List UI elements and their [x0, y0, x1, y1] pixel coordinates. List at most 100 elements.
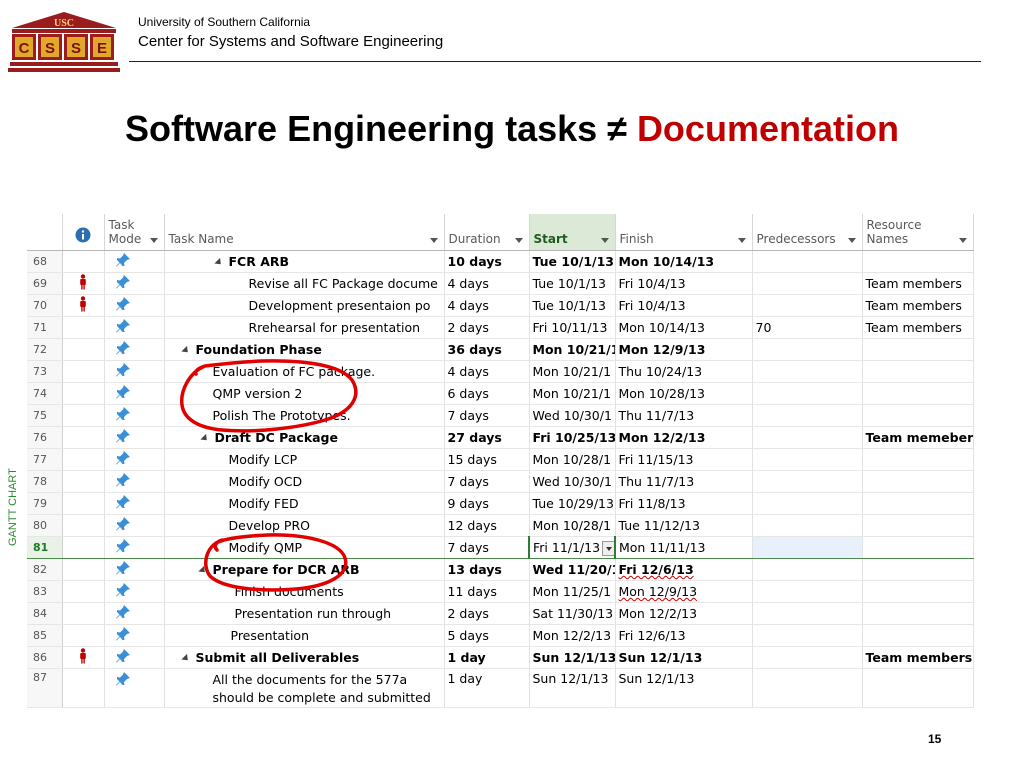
- table-row[interactable]: 70 Development presentaion po 4 days Tue 10…: [27, 294, 974, 317]
- table-row[interactable]: 69 Revise all FC Package docume 4 days Tue …: [27, 272, 974, 295]
- predecessors-cell[interactable]: [752, 338, 863, 361]
- finish-cell[interactable]: Tue 11/12/13: [615, 514, 753, 537]
- table-row[interactable]: 82 Prepare for DCR ARB 13 days Wed 11/20/1 F…: [27, 558, 974, 581]
- predecessors-cell[interactable]: [752, 294, 863, 317]
- duration-cell[interactable]: 7 days: [444, 404, 530, 427]
- collapse-triangle-icon[interactable]: [180, 653, 191, 664]
- duration-cell[interactable]: 15 days: [444, 448, 530, 471]
- resource-names-cell[interactable]: Team members: [862, 316, 974, 339]
- predecessors-cell[interactable]: [752, 602, 863, 625]
- start-cell[interactable]: Wed 10/30/1: [529, 404, 616, 427]
- start-cell[interactable]: Fri 10/11/13: [529, 316, 616, 339]
- chevron-down-icon[interactable]: [429, 238, 438, 243]
- duration-cell[interactable]: 7 days: [444, 536, 530, 559]
- chevron-down-icon[interactable]: [514, 238, 523, 243]
- resource-names-cell[interactable]: [862, 338, 974, 361]
- finish-cell[interactable]: Fri 12/6/13: [615, 624, 753, 647]
- predecessors-cell[interactable]: [752, 558, 863, 581]
- start-cell[interactable]: Mon 10/21/1: [529, 338, 616, 361]
- chevron-down-icon[interactable]: [958, 238, 967, 243]
- task-mode-cell[interactable]: [104, 316, 165, 339]
- finish-cell[interactable]: Sun 12/1/13: [615, 646, 753, 669]
- row-id-cell[interactable]: 75: [27, 404, 63, 427]
- resource-names-header[interactable]: Resource Names: [862, 214, 974, 251]
- task-name-cell[interactable]: Polish The Prototypes.: [164, 404, 445, 427]
- resource-names-cell[interactable]: Team memebers: [862, 426, 974, 449]
- task-mode-cell[interactable]: [104, 602, 165, 625]
- predecessors-cell[interactable]: [752, 448, 863, 471]
- resource-names-cell[interactable]: [862, 668, 974, 708]
- finish-cell[interactable]: Mon 10/14/13: [615, 250, 753, 273]
- row-id-cell[interactable]: 74: [27, 382, 63, 405]
- resource-names-cell[interactable]: [862, 360, 974, 383]
- finish-cell[interactable]: Mon 12/9/13: [615, 580, 753, 603]
- task-name-cell[interactable]: Develop PRO: [164, 514, 445, 537]
- predecessors-cell[interactable]: [752, 382, 863, 405]
- duration-cell[interactable]: 36 days: [444, 338, 530, 361]
- start-cell[interactable]: Mon 10/21/1: [529, 382, 616, 405]
- predecessors-header[interactable]: Predecessors: [752, 214, 863, 251]
- start-cell[interactable]: Fri 11/1/13: [528, 536, 616, 559]
- table-row[interactable]: 81 Modify QMP 7 days Fri 11/1/13 Mon 11/11/1…: [27, 536, 974, 559]
- start-cell[interactable]: Sun 12/1/13: [529, 668, 616, 708]
- predecessors-cell[interactable]: [752, 250, 863, 273]
- task-mode-cell[interactable]: [104, 426, 165, 449]
- finish-cell[interactable]: Fri 11/15/13: [615, 448, 753, 471]
- table-row[interactable]: 86 Submit all Deliverables 1 day Sun 12/1/1…: [27, 646, 974, 669]
- predecessors-cell[interactable]: [752, 360, 863, 383]
- task-mode-cell[interactable]: [104, 338, 165, 361]
- resource-names-cell[interactable]: [862, 514, 974, 537]
- task-mode-cell[interactable]: [104, 404, 165, 427]
- finish-cell[interactable]: Mon 10/28/13: [615, 382, 753, 405]
- duration-cell[interactable]: 6 days: [444, 382, 530, 405]
- row-id-cell[interactable]: 76: [27, 426, 63, 449]
- predecessors-cell[interactable]: [752, 624, 863, 647]
- duration-cell[interactable]: 13 days: [444, 558, 530, 581]
- task-name-cell[interactable]: Modify LCP: [164, 448, 445, 471]
- predecessors-cell[interactable]: 70: [752, 316, 863, 339]
- row-id-cell[interactable]: 71: [27, 316, 63, 339]
- task-mode-cell[interactable]: [104, 492, 165, 515]
- row-id-cell[interactable]: 85: [27, 624, 63, 647]
- task-name-cell[interactable]: Development presentaion po: [164, 294, 445, 317]
- start-header[interactable]: Start: [529, 214, 616, 251]
- task-name-cell[interactable]: Submit all Deliverables: [164, 646, 445, 669]
- predecessors-cell[interactable]: [752, 668, 863, 708]
- task-name-cell[interactable]: Evaluation of FC package.: [164, 360, 445, 383]
- finish-cell[interactable]: Fri 12/6/13: [615, 558, 753, 581]
- table-row[interactable]: 72 Foundation Phase 36 days Mon 10/21/1 Mon …: [27, 338, 974, 361]
- resource-names-cell[interactable]: [862, 558, 974, 581]
- row-id-cell[interactable]: 80: [27, 514, 63, 537]
- predecessors-cell[interactable]: [752, 514, 863, 537]
- task-mode-cell[interactable]: [104, 470, 165, 493]
- duration-cell[interactable]: 4 days: [444, 272, 530, 295]
- row-id-cell[interactable]: 78: [27, 470, 63, 493]
- table-row[interactable]: 77 Modify LCP 15 days Mon 10/28/1 Fri 11/15/…: [27, 448, 974, 471]
- predecessors-cell[interactable]: [752, 470, 863, 493]
- task-name-cell[interactable]: Modify QMP: [164, 536, 445, 559]
- predecessors-cell[interactable]: [752, 492, 863, 515]
- duration-cell[interactable]: 2 days: [444, 602, 530, 625]
- task-mode-cell[interactable]: [104, 668, 165, 708]
- table-row[interactable]: 75 Polish The Prototypes. 7 days Wed 10/30/…: [27, 404, 974, 427]
- row-id-cell[interactable]: 79: [27, 492, 63, 515]
- resource-names-cell[interactable]: Team members: [862, 272, 974, 295]
- task-mode-cell[interactable]: [104, 580, 165, 603]
- task-name-cell[interactable]: All the documents for the 577a should be…: [164, 668, 445, 708]
- task-name-header[interactable]: Task Name: [164, 214, 445, 251]
- row-id-cell[interactable]: 72: [27, 338, 63, 361]
- gantt-chart-view-label[interactable]: GANTT CHART: [2, 450, 22, 548]
- finish-cell[interactable]: Mon 12/2/13: [615, 602, 753, 625]
- finish-header[interactable]: Finish: [615, 214, 753, 251]
- duration-cell[interactable]: 4 days: [444, 294, 530, 317]
- table-row[interactable]: 78 Modify OCD 7 days Wed 10/30/1 Thu 11/7/13: [27, 470, 974, 493]
- predecessors-cell[interactable]: [752, 580, 863, 603]
- predecessors-cell[interactable]: [752, 536, 863, 559]
- start-cell[interactable]: Wed 10/30/1: [529, 470, 616, 493]
- row-id-cell[interactable]: 83: [27, 580, 63, 603]
- finish-cell[interactable]: Mon 11/11/13: [615, 536, 753, 559]
- collapse-triangle-icon[interactable]: [197, 565, 208, 576]
- start-cell[interactable]: Mon 11/25/1: [529, 580, 616, 603]
- row-id-cell[interactable]: 68: [27, 250, 63, 273]
- row-id-cell[interactable]: 81: [27, 536, 63, 559]
